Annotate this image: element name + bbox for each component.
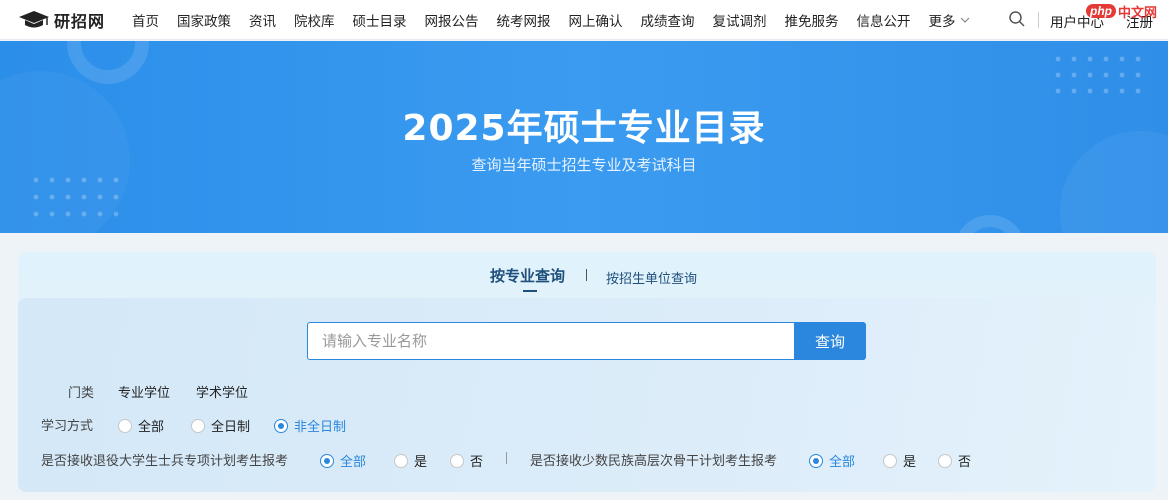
veteran-plan-yes[interactable]: 是 xyxy=(394,451,427,470)
nav-item-recommendation[interactable]: 推免服务 xyxy=(785,10,839,30)
filter-separator xyxy=(506,452,507,464)
search-icon[interactable] xyxy=(1008,10,1026,28)
radio-button-selected xyxy=(809,453,823,468)
study-mode-all[interactable]: 全部 xyxy=(118,416,164,435)
nav-item-score-query[interactable]: 成绩查询 xyxy=(641,10,695,30)
nav-item-exam-registration[interactable]: 统考网报 xyxy=(497,10,551,30)
study-mode-label: 学习方式 xyxy=(41,419,94,434)
tab-by-institution[interactable]: 按招生单位查询 xyxy=(606,268,697,287)
php-watermark: php 中文网 xyxy=(1086,1,1168,21)
minority-plan-no[interactable]: 否 xyxy=(938,451,971,470)
radio-button xyxy=(883,453,897,468)
tab-by-major[interactable]: 按专业查询 xyxy=(490,265,565,286)
tab-separator xyxy=(586,269,587,281)
page-subtitle: 查询当年硕士招生专业及考试科目 xyxy=(471,156,697,174)
nav-item-disclosure[interactable]: 信息公开 xyxy=(857,10,911,30)
radio-label: 全部 xyxy=(340,455,367,470)
category-label: 门类 xyxy=(68,386,95,401)
nav-item-catalog[interactable]: 硕士目录 xyxy=(353,10,407,30)
page-title: 2025年硕士专业目录 xyxy=(402,108,766,149)
watermark-php: php xyxy=(1086,4,1116,18)
minority-plan-label: 是否接收少数民族高层次骨干计划考生报考 xyxy=(530,454,778,469)
study-mode-fulltime[interactable]: 全日制 xyxy=(191,416,250,435)
nav-item-policy[interactable]: 国家政策 xyxy=(177,10,231,30)
radio-label: 是 xyxy=(414,455,428,470)
radio-button xyxy=(450,453,464,468)
major-search-input[interactable] xyxy=(307,322,794,360)
radio-button xyxy=(118,418,132,433)
nav-item-more[interactable]: 更多 xyxy=(929,10,970,30)
radio-label: 全部 xyxy=(138,420,165,435)
radio-button xyxy=(394,453,408,468)
nav-item-schools[interactable]: 院校库 xyxy=(294,10,335,30)
minority-plan-all[interactable]: 全部 xyxy=(809,451,855,470)
category-professional[interactable]: 专业学位 xyxy=(118,382,170,401)
chevron-down-icon xyxy=(960,17,969,23)
tab-active-indicator xyxy=(523,290,537,292)
category-academic[interactable]: 学术学位 xyxy=(196,382,248,401)
radio-button-selected xyxy=(320,453,334,468)
nav-more-label: 更多 xyxy=(928,14,956,30)
radio-button-selected xyxy=(274,418,288,433)
search-button[interactable]: 查询 xyxy=(794,322,866,360)
radio-label: 否 xyxy=(958,455,972,470)
query-panel: 按专业查询 按招生单位查询 查询 门类 专业学位 学术学位 学习方式 全部 全日… xyxy=(18,252,1156,492)
nav-item-announcements[interactable]: 网报公告 xyxy=(425,10,479,30)
minority-plan-yes[interactable]: 是 xyxy=(883,451,916,470)
radio-label: 否 xyxy=(470,455,484,470)
nav-item-online-confirm[interactable]: 网上确认 xyxy=(569,10,623,30)
radio-label: 全部 xyxy=(829,455,856,470)
radio-label: 全日制 xyxy=(211,420,251,435)
veteran-plan-label: 是否接收退役大学生士兵专项计划考生报考 xyxy=(41,454,289,469)
site-logo[interactable]: 研招网 xyxy=(18,8,105,32)
logo-text: 研招网 xyxy=(54,12,106,31)
nav-item-adjustment[interactable]: 复试调剂 xyxy=(713,10,767,30)
top-navbar: 研招网 首页 国家政策 资讯 院校库 硕士目录 网报公告 统考网报 网上确认 成… xyxy=(0,0,1168,40)
hero-banner: 2025年硕士专业目录 查询当年硕士招生专业及考试科目 xyxy=(0,41,1168,233)
study-mode-parttime[interactable]: 非全日制 xyxy=(274,416,346,435)
nav-item-news[interactable]: 资讯 xyxy=(249,10,276,30)
nav-divider xyxy=(1038,12,1039,28)
radio-label: 是 xyxy=(903,455,917,470)
radio-button xyxy=(191,418,205,433)
graduation-cap-icon xyxy=(19,11,49,28)
radio-label: 非全日制 xyxy=(294,420,347,435)
nav-item-home[interactable]: 首页 xyxy=(132,10,159,30)
nav-menu: 首页 国家政策 资讯 院校库 硕士目录 网报公告 统考网报 网上确认 成绩查询 … xyxy=(132,0,988,40)
veteran-plan-no[interactable]: 否 xyxy=(450,451,483,470)
veteran-plan-all[interactable]: 全部 xyxy=(320,451,366,470)
radio-button xyxy=(938,453,952,468)
watermark-cn: 中文网 xyxy=(1118,5,1158,21)
